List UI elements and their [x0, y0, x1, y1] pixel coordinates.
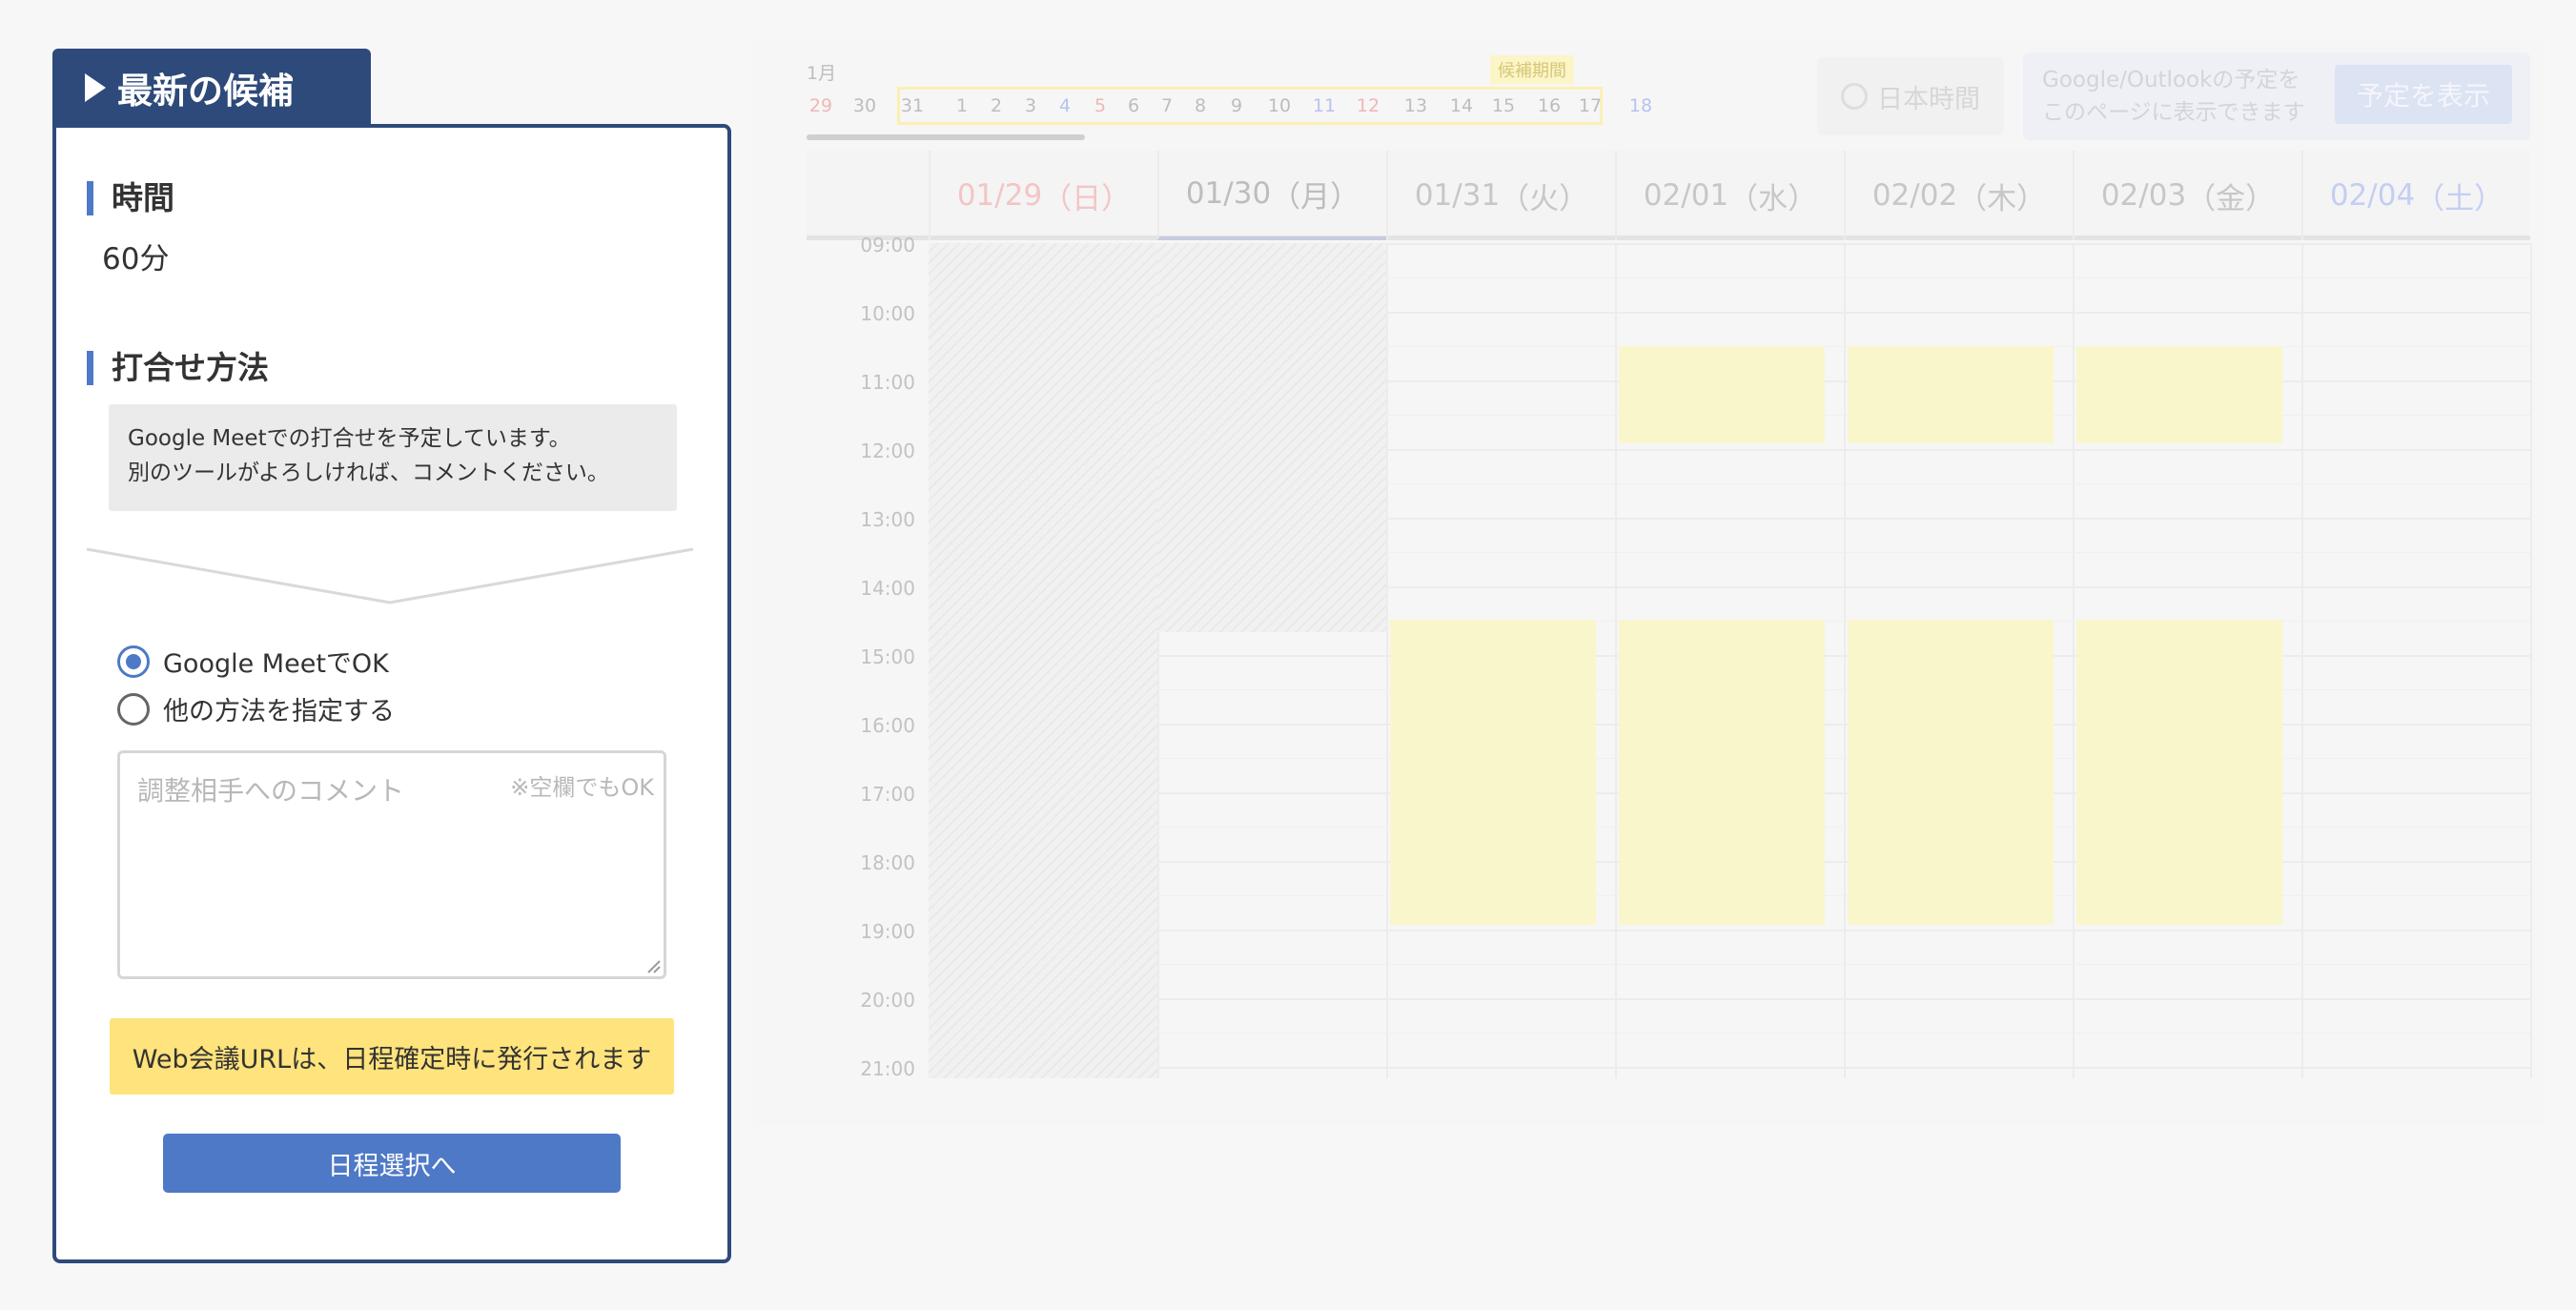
- candidate-slot[interactable]: [2076, 620, 2282, 925]
- column-header-0201[interactable]: 02/01 （水）: [1615, 151, 1844, 240]
- hour-label: 17:00: [860, 783, 915, 806]
- hour-label: 16:00: [860, 714, 915, 737]
- hour-label: 21:00: [860, 1057, 915, 1080]
- radio-other-label: 他の方法を指定する: [163, 697, 395, 727]
- day-4[interactable]: 4: [1051, 95, 1079, 116]
- comment-placeholder: 調整相手へのコメント: [137, 775, 405, 807]
- half-hour-gridline: [929, 1033, 2530, 1034]
- column-gridline: [1386, 243, 1388, 1078]
- external-calendar-box: Google/Outlookの予定を このページに表示できます 予定を表示: [2023, 52, 2530, 140]
- hour-gridline: [929, 930, 2530, 931]
- unavailable-region-mon: [1157, 243, 1386, 632]
- candidate-slot[interactable]: [1390, 620, 1596, 925]
- external-text-line-2: このページに表示できます: [2042, 100, 2305, 125]
- show-events-button[interactable]: 予定を表示: [2335, 65, 2512, 124]
- column-header-0131[interactable]: 01/31 （火）: [1386, 151, 1615, 240]
- radio-ok-label: Google MeetでOK: [163, 649, 389, 679]
- hour-label: 15:00: [860, 645, 915, 668]
- chevron-divider-icon: [86, 547, 694, 604]
- day-13[interactable]: 13: [1401, 95, 1430, 116]
- hour-label: 20:00: [860, 989, 915, 1012]
- radio-checked-icon[interactable]: [117, 645, 150, 678]
- method-description: Google Meetでの打合せを予定しています。 別のツールがよろしければ、コ…: [109, 404, 677, 511]
- day-9[interactable]: 9: [1222, 95, 1251, 116]
- time-grid: 09:00 10:00 11:00 12:00 13:00 14:00 15:00 16:00…: [807, 234, 2532, 1080]
- calendar-column-headers: 01/29 （日） 01/30 （月） 01/31 （火） 02/01 （水） 02/0…: [807, 151, 2530, 240]
- month-label: 1月: [807, 63, 837, 84]
- column-gridline: [2530, 243, 2532, 1078]
- unavailable-region-sun: [929, 243, 1157, 1078]
- web-meeting-url-notice: Web会議URLは、日程確定時に発行されます: [110, 1018, 674, 1095]
- resize-grip-icon[interactable]: [644, 957, 662, 974]
- play-triangle-icon: [85, 73, 106, 102]
- hour-label: 12:00: [860, 440, 915, 462]
- comment-textarea[interactable]: 調整相手へのコメント ※空欄でもOK: [117, 750, 666, 979]
- column-gridline: [1615, 243, 1617, 1078]
- method-heading: 打合せ方法: [87, 351, 269, 385]
- duration-value: 60分: [102, 242, 170, 276]
- day-6[interactable]: 6: [1119, 95, 1148, 116]
- meeting-settings-panel: 時間 60分 打合せ方法 Google Meetでの打合せを予定しています。 別…: [52, 124, 731, 1263]
- column-gridline: [2301, 243, 2303, 1078]
- hour-label: 13:00: [860, 508, 915, 531]
- day-10[interactable]: 10: [1265, 95, 1294, 116]
- comment-optional-note: ※空欄でもOK: [510, 774, 654, 801]
- column-gridline: [1844, 243, 1846, 1078]
- external-text-line-1: Google/Outlookの予定を: [2042, 68, 2300, 92]
- candidate-slot[interactable]: [1619, 620, 1825, 925]
- candidate-slot[interactable]: [1848, 620, 2054, 925]
- hour-label: 11:00: [860, 371, 915, 394]
- hour-label: 10:00: [860, 302, 915, 325]
- tab-title: 最新の候補: [117, 71, 294, 112]
- column-header-0129[interactable]: 01/29 （日）: [929, 151, 1157, 240]
- latest-candidates-tab: 最新の候補: [52, 49, 371, 127]
- day-16[interactable]: 16: [1535, 95, 1564, 116]
- day-15[interactable]: 15: [1489, 95, 1518, 116]
- calendar-area: 1月 候補期間 29 30 31 1 2 3 4 5 6 7 8 9 10 11 12 13 14 15 16 17 1…: [753, 38, 2545, 1125]
- timezone-label: 日本時間: [1877, 84, 1980, 114]
- external-calendar-text: Google/Outlookの予定を このページに表示できます: [2042, 64, 2319, 129]
- candidate-slot[interactable]: [2076, 346, 2282, 443]
- timezone-button[interactable]: 日本時間: [1817, 57, 2004, 135]
- day-14[interactable]: 14: [1447, 95, 1476, 116]
- hour-label: 09:00: [860, 234, 915, 256]
- method-line-1: Google Meetでの打合せを予定しています。: [128, 426, 571, 451]
- column-gridline: [2073, 243, 2075, 1078]
- hour-gridline: [929, 998, 2530, 1000]
- day-8[interactable]: 8: [1186, 95, 1215, 116]
- method-line-2: 別のツールがよろしければ、コメントください。: [128, 461, 609, 485]
- day-31[interactable]: 31: [898, 95, 927, 116]
- column-header-0204[interactable]: 02/04 （土）: [2301, 151, 2530, 240]
- hour-gridline: [929, 1067, 2530, 1069]
- day-12[interactable]: 12: [1354, 95, 1382, 116]
- hour-label: 14:00: [860, 577, 915, 600]
- day-29[interactable]: 29: [807, 95, 835, 116]
- date-range-scrollbar[interactable]: [807, 134, 1085, 140]
- candidate-slot[interactable]: [1619, 346, 1825, 443]
- candidate-slot[interactable]: [1848, 346, 2054, 443]
- go-to-date-selection-button[interactable]: 日程選択へ: [163, 1134, 621, 1193]
- radio-unchecked-icon[interactable]: [117, 692, 150, 726]
- candidate-period-label: 候補期間: [1490, 55, 1574, 84]
- half-hour-gridline: [929, 964, 2530, 965]
- day-11[interactable]: 11: [1310, 95, 1339, 116]
- day-1[interactable]: 1: [948, 95, 976, 116]
- day-7[interactable]: 7: [1153, 95, 1181, 116]
- hour-label: 19:00: [860, 920, 915, 943]
- time-heading: 時間: [87, 181, 174, 215]
- day-17[interactable]: 17: [1576, 95, 1605, 116]
- globe-icon: [1841, 83, 1868, 110]
- day-30[interactable]: 30: [850, 95, 879, 116]
- hour-label: 18:00: [860, 851, 915, 874]
- day-5[interactable]: 5: [1086, 95, 1114, 116]
- column-header-0202[interactable]: 02/02 （木）: [1844, 151, 2073, 240]
- day-18[interactable]: 18: [1626, 95, 1655, 116]
- day-3[interactable]: 3: [1016, 95, 1045, 116]
- radio-other-method[interactable]: 他の方法を指定する: [117, 690, 395, 727]
- column-header-0203[interactable]: 02/03 （金）: [2073, 151, 2301, 240]
- radio-google-meet-ok[interactable]: Google MeetでOK: [117, 643, 389, 680]
- column-header-0130[interactable]: 01/30 （月）: [1157, 151, 1386, 240]
- day-2[interactable]: 2: [982, 95, 1011, 116]
